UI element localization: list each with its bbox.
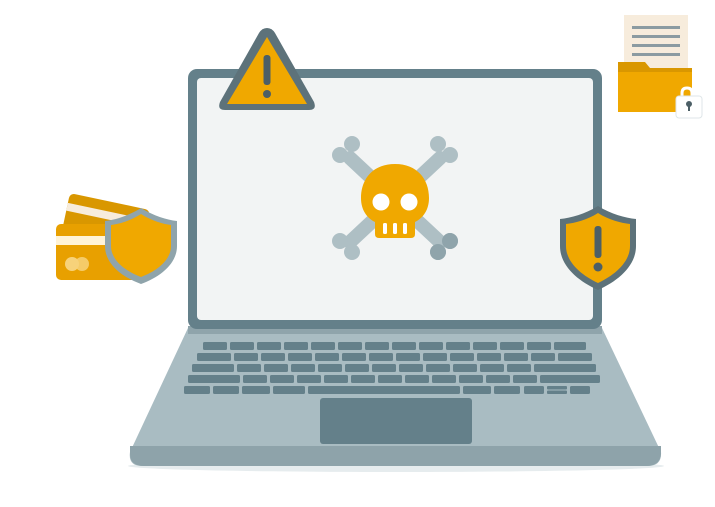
credit-cards-shield-icon: [56, 193, 177, 284]
warning-shield-exclaim-dot: [593, 262, 603, 272]
keyboard-row-3: [192, 364, 596, 372]
laptop-base-front-edge: [130, 446, 661, 466]
malware-illustration: [0, 0, 715, 507]
touchpad: [320, 398, 472, 444]
warning-triangle-exclaim-bar: [263, 55, 271, 85]
illustration-canvas: [56, 15, 703, 472]
warning-shield-exclaim-bar: [594, 226, 602, 258]
keyboard-row-1: [203, 342, 586, 350]
locked-document-folder-icon: [618, 15, 703, 119]
keyboard-row-5: [184, 386, 590, 394]
warning-triangle-exclaim-dot: [263, 90, 271, 98]
